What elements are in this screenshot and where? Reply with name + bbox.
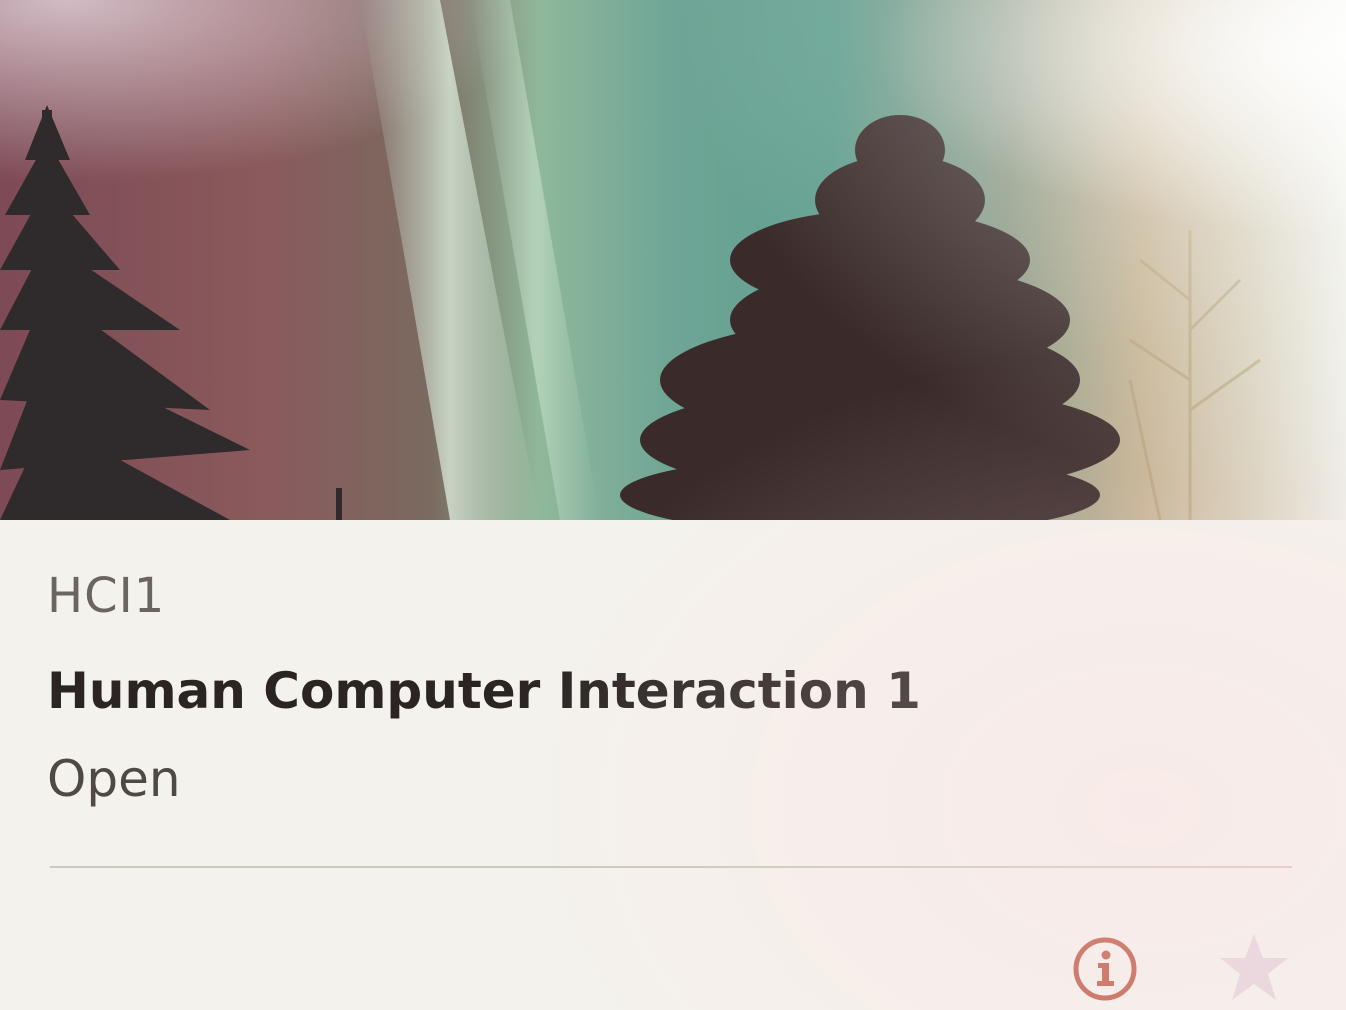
star-icon	[1220, 934, 1288, 1000]
course-status: Open	[47, 750, 181, 808]
favorite-button[interactable]	[1216, 930, 1292, 1006]
course-title[interactable]: Human Computer Interaction 1	[47, 662, 921, 720]
info-button[interactable]	[1070, 934, 1140, 1004]
course-card: HCI1 Human Computer Interaction 1 Open	[0, 0, 1346, 1010]
course-cover-image[interactable]	[0, 0, 1346, 520]
info-icon	[1073, 937, 1137, 1001]
divider	[50, 866, 1292, 868]
course-card-body: HCI1 Human Computer Interaction 1 Open	[0, 520, 1346, 1010]
card-actions	[0, 930, 1346, 1010]
course-code[interactable]: HCI1	[47, 568, 165, 624]
